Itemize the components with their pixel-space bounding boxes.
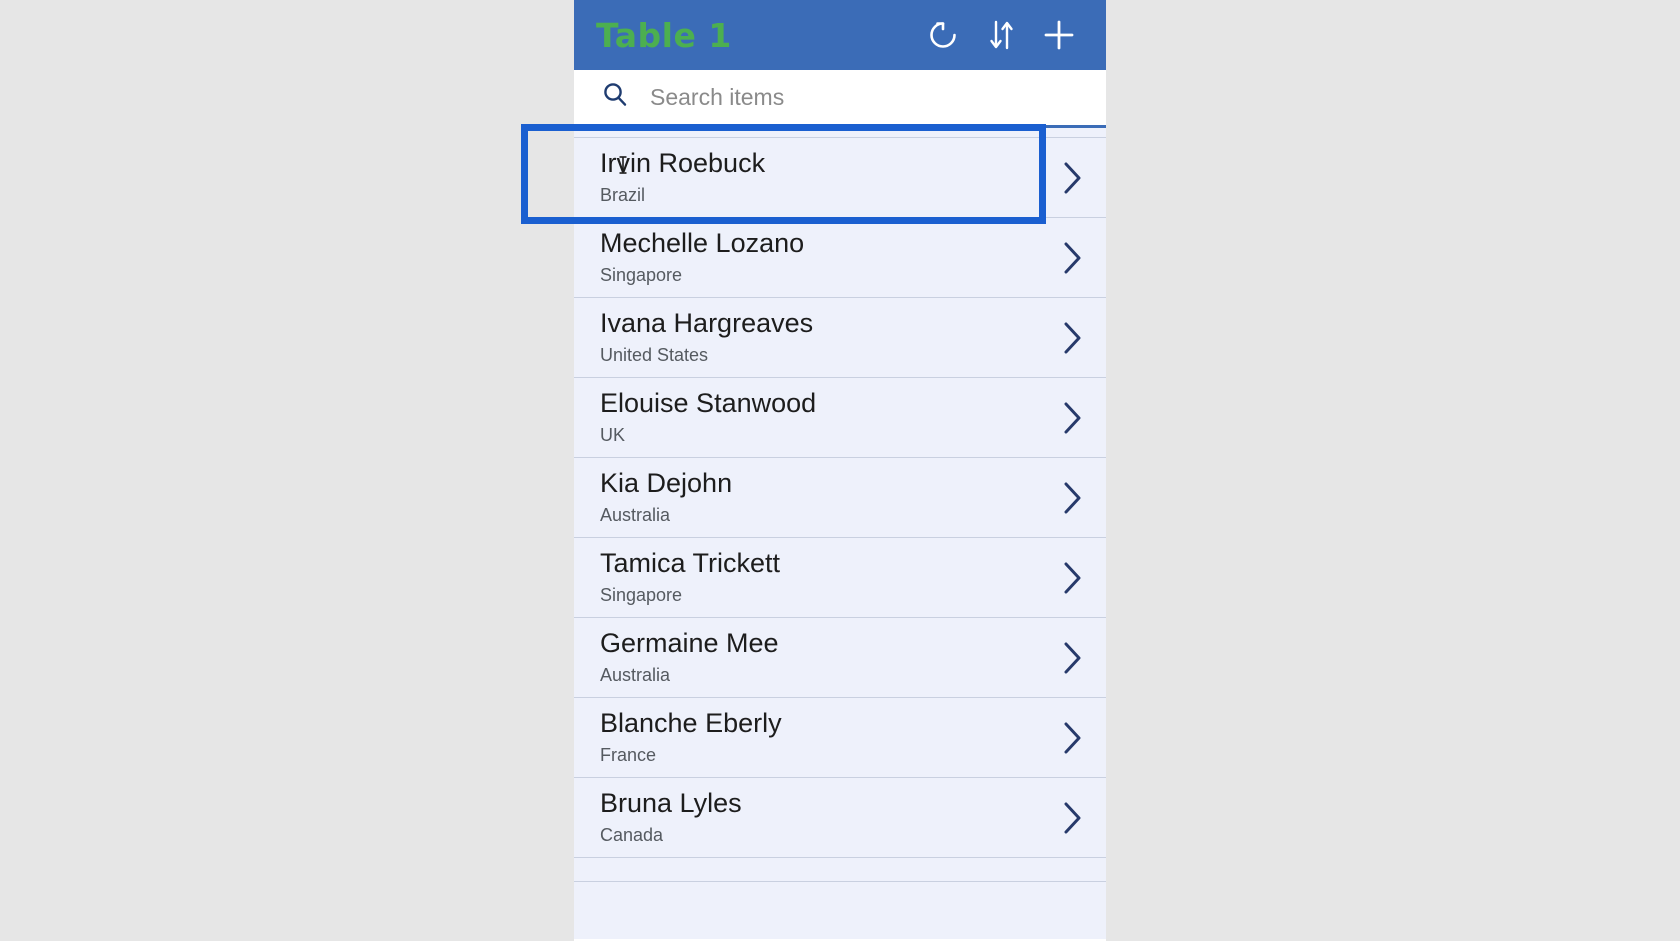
list-item-subtitle: UK [600, 424, 626, 445]
list-item-texts: Germaine Mee Australia [600, 629, 1052, 685]
list-item[interactable]: Bruna Lyles Canada [574, 778, 1106, 858]
chevron-right-icon[interactable] [1052, 638, 1092, 678]
refresh-icon [926, 18, 960, 52]
list-item-texts: Bruna Lyles Canada [600, 789, 1052, 845]
list-item[interactable]: Kia Dejohn Australia [574, 458, 1106, 538]
list-item-title: Blanche Eberly [600, 708, 782, 739]
list-item-subtitle: Australia [600, 504, 671, 525]
list-item-partial-top[interactable] [574, 128, 1106, 138]
list-rows-container: Irvin Roebuck Brazil Mechelle Lozano Singap… [574, 138, 1106, 882]
app-window: Table 1 Search items Irvin Roebuck Brazi… [574, 0, 1106, 941]
list-item[interactable]: Mechelle Lozano Singapore [574, 218, 1106, 298]
chevron-right-icon[interactable] [1052, 798, 1092, 838]
list-item-texts: Elouise Stanwood UK [600, 389, 1052, 445]
chevron-right-icon[interactable] [1052, 718, 1092, 758]
list-item-texts: Kia Dejohn Australia [600, 469, 1052, 525]
list-item-subtitle: Australia [600, 664, 671, 685]
search-bar[interactable] [574, 70, 1106, 128]
list-item-title: Tamica Trickett [600, 548, 781, 579]
list-item-subtitle: United States [600, 344, 709, 365]
list-item-subtitle: Singapore [600, 584, 683, 605]
chevron-right-icon[interactable] [1052, 158, 1092, 198]
list-item-title: Irvin Roebuck [600, 148, 766, 179]
list-item-subtitle: Singapore [600, 264, 683, 285]
search-input[interactable] [650, 84, 1050, 111]
list-item[interactable]: Blanche Eberly France [574, 698, 1106, 778]
chevron-right-icon[interactable] [1052, 318, 1092, 358]
list-item-texts: Blanche Eberly France [600, 709, 1052, 765]
list-item-title: Kia Dejohn [600, 468, 733, 499]
list-item-subtitle: Canada [600, 824, 664, 845]
list-item[interactable]: Ivana Hargreaves United States [574, 298, 1106, 378]
item-list[interactable]: Irvin Roebuck Brazil Mechelle Lozano Singap… [574, 128, 1106, 939]
list-item-texts: Mechelle Lozano Singapore [600, 229, 1052, 285]
app-header: Table 1 [574, 0, 1106, 70]
list-item[interactable]: Tamica Trickett Singapore [574, 538, 1106, 618]
plus-icon [1042, 18, 1076, 52]
list-item-subtitle: France [600, 744, 657, 765]
sort-ascending-descending-icon [986, 18, 1016, 52]
list-item[interactable]: Germaine Mee Australia [574, 618, 1106, 698]
add-item-button[interactable] [1030, 6, 1088, 64]
refresh-button[interactable] [914, 6, 972, 64]
list-item-title: Elouise Stanwood [600, 388, 817, 419]
chevron-right-icon[interactable] [1052, 478, 1092, 518]
list-item-partial-bottom[interactable] [574, 858, 1106, 882]
list-item[interactable]: Irvin Roebuck Brazil [574, 138, 1106, 218]
list-item-texts: Irvin Roebuck Brazil [600, 149, 1052, 205]
list-item-title: Germaine Mee [600, 628, 779, 659]
list-item-texts: Tamica Trickett Singapore [600, 549, 1052, 605]
list-item[interactable]: Elouise Stanwood UK [574, 378, 1106, 458]
list-item-subtitle: Brazil [600, 184, 646, 205]
list-item-title: Bruna Lyles [600, 788, 742, 819]
list-item-texts: Ivana Hargreaves United States [600, 309, 1052, 365]
sort-button[interactable] [972, 6, 1030, 64]
page-title: Table 1 [596, 15, 732, 55]
list-item-title: Mechelle Lozano [600, 228, 805, 259]
chevron-right-icon[interactable] [1052, 238, 1092, 278]
chevron-right-icon[interactable] [1052, 558, 1092, 598]
chevron-right-icon[interactable] [1052, 398, 1092, 438]
search-icon [600, 80, 630, 115]
list-item-title: Ivana Hargreaves [600, 308, 814, 339]
